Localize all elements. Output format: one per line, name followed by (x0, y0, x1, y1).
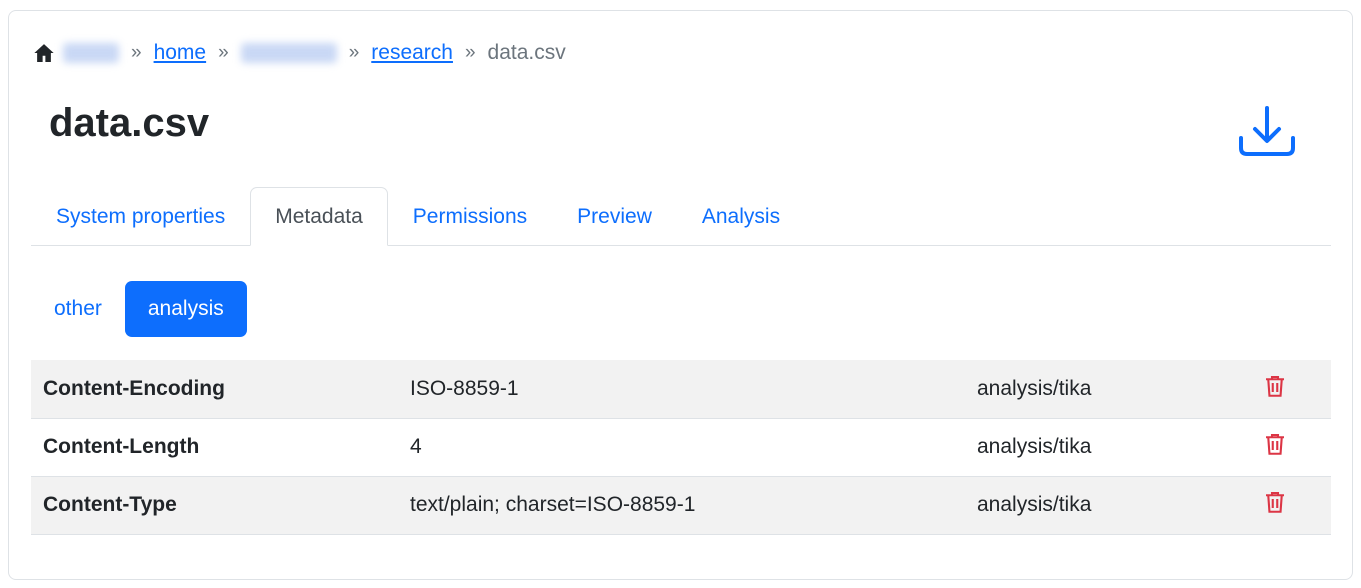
row-actions (1241, 418, 1331, 477)
metadata-key: Content-Encoding (31, 360, 398, 419)
redacted-breadcrumb-item[interactable] (63, 43, 119, 63)
table-row: Content-Encoding ISO-8859-1 analysis/tik… (31, 360, 1331, 419)
metadata-table: Content-Encoding ISO-8859-1 analysis/tik… (31, 360, 1331, 535)
home-icon[interactable] (33, 42, 55, 64)
pill-analysis[interactable]: analysis (124, 281, 247, 337)
metadata-key: Content-Length (31, 418, 398, 477)
tab-metadata[interactable]: Metadata (250, 187, 388, 246)
metadata-value: 4 (398, 418, 965, 477)
download-button[interactable] (1236, 101, 1298, 163)
trash-icon[interactable] (1263, 489, 1287, 515)
breadcrumb-separator: » (464, 42, 476, 63)
metadata-unit: analysis/tika (965, 476, 1241, 535)
redacted-breadcrumb-item[interactable] (240, 43, 337, 63)
breadcrumb-separator: » (348, 42, 360, 63)
breadcrumb-separator: » (131, 42, 142, 63)
tab-preview[interactable]: Preview (552, 187, 677, 246)
trash-icon[interactable] (1263, 373, 1287, 399)
breadcrumb-link-research[interactable]: research (371, 41, 453, 65)
metadata-unit-pills: other analysis (31, 281, 247, 337)
breadcrumb-current: data.csv (487, 41, 566, 64)
table-row: Content-Length 4 analysis/tika (31, 418, 1331, 477)
breadcrumb-separator: » (218, 42, 229, 63)
metadata-key: Content-Type (31, 476, 398, 535)
tab-analysis[interactable]: Analysis (677, 187, 805, 246)
row-actions (1241, 360, 1331, 419)
tab-permissions[interactable]: Permissions (388, 187, 552, 246)
row-actions (1241, 476, 1331, 535)
metadata-value: ISO-8859-1 (398, 360, 965, 419)
table-row: Content-Type text/plain; charset=ISO-885… (31, 476, 1331, 535)
download-icon (1239, 106, 1295, 156)
breadcrumb-link-home[interactable]: home (154, 41, 207, 65)
trash-icon[interactable] (1263, 431, 1287, 457)
file-detail-card: » home » » research » data.csv data.csv … (8, 10, 1353, 580)
page-title: data.csv (49, 101, 210, 145)
tab-bar: System properties Metadata Permissions P… (31, 187, 1331, 246)
metadata-unit: analysis/tika (965, 360, 1241, 419)
breadcrumb: » home » » research » data.csv (33, 39, 566, 67)
pill-other[interactable]: other (31, 281, 125, 337)
metadata-unit: analysis/tika (965, 418, 1241, 477)
tab-system-properties[interactable]: System properties (31, 187, 250, 246)
metadata-value: text/plain; charset=ISO-8859-1 (398, 476, 965, 535)
